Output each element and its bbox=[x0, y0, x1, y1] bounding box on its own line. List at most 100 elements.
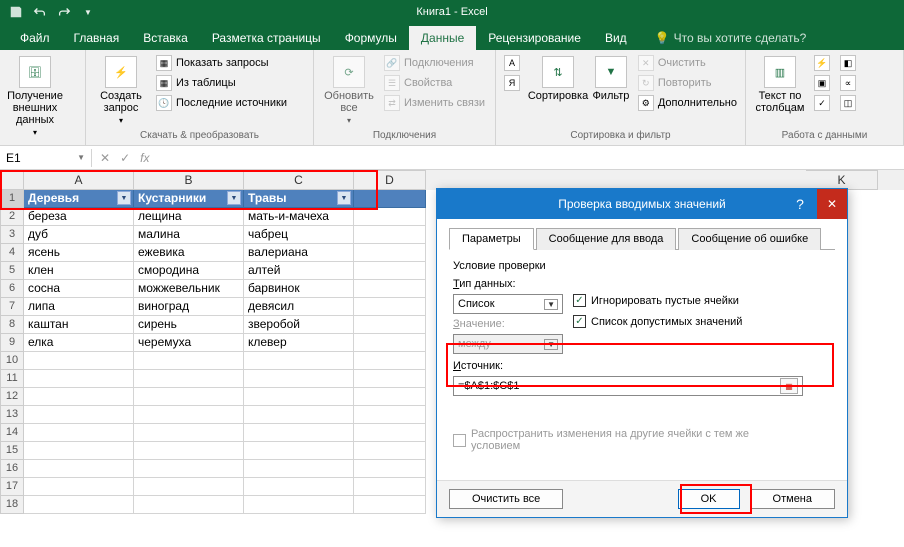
row-header[interactable]: 12 bbox=[0, 388, 24, 406]
cell[interactable]: береза bbox=[24, 208, 134, 226]
cell[interactable]: липа bbox=[24, 298, 134, 316]
qat-customize-icon[interactable]: ▼ bbox=[78, 2, 98, 22]
row-header[interactable]: 17 bbox=[0, 478, 24, 496]
consolidate-button[interactable]: ◧ bbox=[838, 54, 858, 72]
tab-file[interactable]: Файл bbox=[8, 26, 62, 50]
row-header[interactable]: 7 bbox=[0, 298, 24, 316]
row-header[interactable]: 3 bbox=[0, 226, 24, 244]
data-validation-button[interactable]: ✓ bbox=[812, 94, 832, 112]
cell[interactable]: можжевельник bbox=[134, 280, 244, 298]
tab-data[interactable]: Данные bbox=[409, 26, 476, 50]
cell[interactable] bbox=[244, 388, 354, 406]
cell[interactable] bbox=[354, 280, 426, 298]
ignore-empty-checkbox[interactable]: Игнорировать пустые ячейки bbox=[573, 294, 742, 307]
text-to-columns-button[interactable]: ▥ Текст по столбцам bbox=[752, 54, 808, 116]
tab-insert[interactable]: Вставка bbox=[131, 26, 200, 50]
col-header[interactable]: K bbox=[806, 170, 878, 190]
connections-button[interactable]: 🔗Подключения bbox=[382, 54, 487, 72]
cell[interactable]: девясил bbox=[244, 298, 354, 316]
cancel-formula-icon[interactable]: ✕ bbox=[100, 151, 110, 165]
tab-review[interactable]: Рецензирование bbox=[476, 26, 593, 50]
col-header[interactable]: D bbox=[354, 170, 426, 190]
recent-sources-button[interactable]: 🕓Последние источники bbox=[154, 94, 289, 112]
cell[interactable] bbox=[134, 478, 244, 496]
tell-me-search[interactable]: 💡 Что вы хотите сделать? bbox=[643, 26, 819, 50]
cell[interactable] bbox=[134, 406, 244, 424]
ok-button[interactable]: OK bbox=[678, 489, 740, 509]
cell[interactable]: ежевика bbox=[134, 244, 244, 262]
allowed-list-checkbox[interactable]: Список допустимых значений bbox=[573, 315, 742, 328]
filter-dropdown-icon[interactable]: ▼ bbox=[227, 191, 241, 205]
cell[interactable] bbox=[244, 352, 354, 370]
sort-button[interactable]: ⇅ Сортировка bbox=[530, 54, 586, 104]
cell[interactable]: смородина bbox=[134, 262, 244, 280]
cell[interactable] bbox=[244, 406, 354, 424]
advanced-button[interactable]: ⚙Дополнительно bbox=[636, 94, 739, 112]
cell[interactable]: алтей bbox=[244, 262, 354, 280]
cell[interactable] bbox=[134, 352, 244, 370]
relationships-button[interactable]: ∝ bbox=[838, 74, 858, 92]
cell[interactable] bbox=[24, 406, 134, 424]
cell[interactable] bbox=[134, 424, 244, 442]
cell[interactable] bbox=[244, 442, 354, 460]
cell[interactable]: сирень bbox=[134, 316, 244, 334]
filter-dropdown-icon[interactable]: ▼ bbox=[337, 191, 351, 205]
cell[interactable] bbox=[134, 496, 244, 514]
row-header[interactable]: 16 bbox=[0, 460, 24, 478]
close-button[interactable]: ✕ bbox=[817, 189, 847, 219]
cell[interactable] bbox=[24, 442, 134, 460]
formula-input[interactable] bbox=[157, 156, 904, 160]
tab-parameters[interactable]: Параметры bbox=[449, 228, 534, 250]
row-header[interactable]: 15 bbox=[0, 442, 24, 460]
row-header[interactable]: 6 bbox=[0, 280, 24, 298]
cell[interactable] bbox=[354, 460, 426, 478]
show-queries-button[interactable]: ▦Показать запросы bbox=[154, 54, 289, 72]
refresh-all-button[interactable]: ⟳ Обновить все ▾ bbox=[320, 54, 378, 127]
cell[interactable]: клевер bbox=[244, 334, 354, 352]
row-header[interactable]: 4 bbox=[0, 244, 24, 262]
flash-fill-button[interactable]: ⚡ bbox=[812, 54, 832, 72]
row-header[interactable]: 14 bbox=[0, 424, 24, 442]
source-input[interactable]: =$A$1:$C$1 ▦ bbox=[453, 376, 803, 396]
cell[interactable] bbox=[134, 442, 244, 460]
tab-input-message[interactable]: Сообщение для ввода bbox=[536, 228, 677, 250]
col-header[interactable]: A bbox=[24, 170, 134, 190]
cell[interactable] bbox=[354, 442, 426, 460]
cell[interactable] bbox=[24, 496, 134, 514]
cell[interactable] bbox=[354, 298, 426, 316]
row-header[interactable]: 2 bbox=[0, 208, 24, 226]
cell[interactable] bbox=[354, 190, 426, 208]
cell[interactable] bbox=[354, 496, 426, 514]
sort-az-button[interactable]: A bbox=[502, 54, 522, 72]
edit-links-button[interactable]: ⇄Изменить связи bbox=[382, 94, 487, 112]
name-box[interactable]: E1 ▼ bbox=[0, 149, 92, 167]
sort-za-button[interactable]: Я bbox=[502, 74, 522, 92]
cell[interactable] bbox=[24, 478, 134, 496]
tab-formulas[interactable]: Формулы bbox=[333, 26, 409, 50]
save-icon[interactable] bbox=[6, 2, 26, 22]
cell[interactable]: сосна bbox=[24, 280, 134, 298]
clear-button[interactable]: ✕Очистить bbox=[636, 54, 739, 72]
cell[interactable]: чабрец bbox=[244, 226, 354, 244]
cell[interactable] bbox=[354, 388, 426, 406]
row-header[interactable]: 13 bbox=[0, 406, 24, 424]
cell[interactable]: лещина bbox=[134, 208, 244, 226]
type-combo[interactable]: Список ▼ bbox=[453, 294, 563, 314]
cell[interactable] bbox=[244, 370, 354, 388]
clear-all-button[interactable]: Очистить все bbox=[449, 489, 563, 509]
table-header-cell[interactable]: Деревья▼ bbox=[24, 190, 134, 208]
cell[interactable]: барвинок bbox=[244, 280, 354, 298]
cell[interactable]: дуб bbox=[24, 226, 134, 244]
cell[interactable]: каштан bbox=[24, 316, 134, 334]
cell[interactable] bbox=[134, 460, 244, 478]
dialog-title-bar[interactable]: Проверка вводимых значений ? ✕ bbox=[437, 189, 847, 219]
properties-button[interactable]: ☰Свойства bbox=[382, 74, 487, 92]
get-external-data-button[interactable]: 🗄 Получение внешних данных ▾ bbox=[6, 54, 64, 139]
cell[interactable] bbox=[354, 244, 426, 262]
cell[interactable] bbox=[354, 334, 426, 352]
cell[interactable]: елка bbox=[24, 334, 134, 352]
tab-home[interactable]: Главная bbox=[62, 26, 132, 50]
row-header[interactable]: 8 bbox=[0, 316, 24, 334]
filter-dropdown-icon[interactable]: ▼ bbox=[117, 191, 131, 205]
cell[interactable] bbox=[244, 460, 354, 478]
